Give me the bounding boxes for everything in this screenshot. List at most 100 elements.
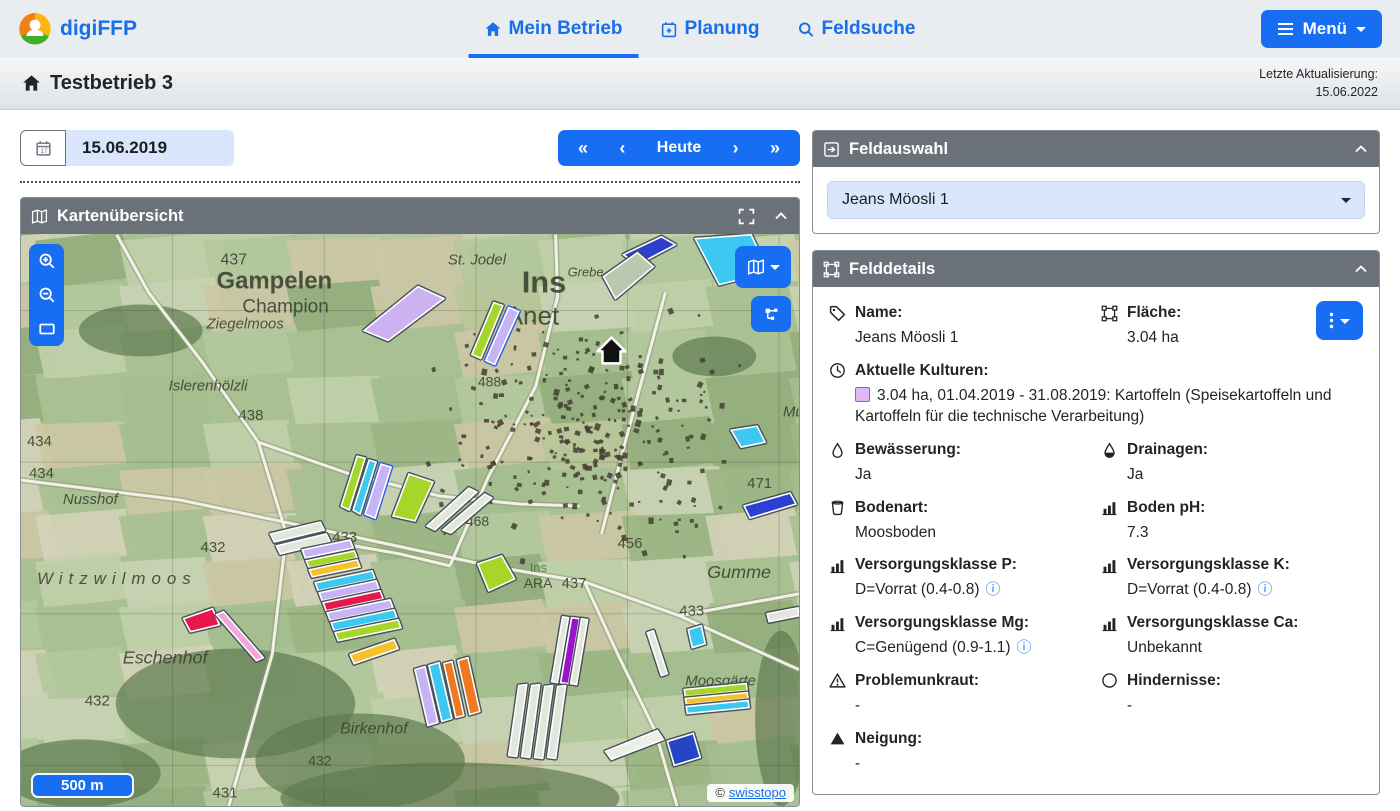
chart-icon bbox=[1101, 499, 1118, 516]
prev-button[interactable]: ‹ bbox=[615, 139, 629, 157]
detail-label: Boden pH: bbox=[1127, 499, 1205, 517]
detail-label: Versorgungsklasse K: bbox=[1127, 556, 1290, 574]
map-label: 437 bbox=[562, 575, 587, 592]
field-polygon[interactable] bbox=[688, 626, 705, 648]
nav-item-feldsuche[interactable]: Feldsuche bbox=[798, 0, 916, 58]
search-icon bbox=[798, 21, 815, 38]
zoom-extent-icon[interactable] bbox=[38, 320, 56, 338]
kebab-icon bbox=[1329, 312, 1334, 329]
chart-icon bbox=[1101, 615, 1118, 632]
map-label: Birkenhof bbox=[340, 720, 409, 737]
zoom-in-icon[interactable] bbox=[38, 252, 56, 270]
svg-text:17: 17 bbox=[40, 147, 48, 154]
detail-value: C=Genügend (0.9-1.1)ⓘ bbox=[855, 637, 1091, 659]
map-label: 432 bbox=[201, 539, 226, 556]
map-label: 434 bbox=[29, 465, 54, 482]
slope-icon bbox=[829, 730, 846, 747]
today-button[interactable]: Heute bbox=[653, 140, 705, 156]
last-update-date: 15.06.2022 bbox=[1259, 84, 1378, 102]
detail-label: Name: bbox=[855, 304, 902, 322]
box-arrow-icon bbox=[823, 141, 840, 158]
detail-hindernisse: Hindernisse:- bbox=[1101, 665, 1363, 723]
detail-kulturen: Aktuelle Kulturen:3.04 ha, 01.04.2019 - … bbox=[829, 355, 1363, 434]
felddetails-title: Felddetails bbox=[849, 260, 935, 279]
fullscreen-icon[interactable] bbox=[738, 208, 755, 225]
detail-value: - bbox=[855, 753, 1091, 775]
clock-icon bbox=[829, 362, 846, 379]
date-input[interactable]: 15.06.2019 bbox=[66, 130, 234, 166]
draw-polygon-icon bbox=[763, 306, 780, 323]
map-label: 488 bbox=[478, 373, 502, 389]
map-label: Grebe bbox=[568, 265, 604, 280]
chart-icon bbox=[829, 557, 846, 574]
collapse-chevron-icon[interactable] bbox=[1353, 261, 1369, 277]
map-viewport[interactable]: 437GampelenChampionZiegelmoosIslerenhölz… bbox=[21, 234, 799, 806]
skip-first-button[interactable]: « bbox=[574, 139, 592, 157]
culture-color-swatch bbox=[855, 387, 870, 402]
detail-value: Jeans Möosli 1 bbox=[855, 327, 1091, 349]
map-label: 471 bbox=[747, 475, 772, 492]
hamburger-icon bbox=[1277, 22, 1294, 36]
circle-icon bbox=[1101, 672, 1118, 689]
nav-item-planung[interactable]: Planung bbox=[661, 0, 760, 58]
chart-icon bbox=[1101, 557, 1118, 574]
detail-value: D=Vorrat (0.4-0.8)ⓘ bbox=[855, 579, 1091, 601]
map-label: 432 bbox=[85, 693, 110, 710]
detail-value: Ja bbox=[1127, 464, 1363, 486]
field-actions-button[interactable] bbox=[1316, 301, 1363, 340]
farm-title-text: Testbetrieb 3 bbox=[50, 72, 173, 95]
nav-label: Planung bbox=[685, 18, 760, 40]
map-label: 431 bbox=[213, 784, 238, 801]
nav-label: Mein Betrieb bbox=[509, 18, 623, 40]
caret-down-icon bbox=[1356, 27, 1366, 37]
collapse-chevron-icon[interactable] bbox=[773, 208, 789, 224]
detail-label: Neigung: bbox=[855, 730, 922, 748]
map-label: 433 bbox=[679, 603, 704, 620]
map-label: 432 bbox=[308, 752, 332, 768]
bucket-icon bbox=[829, 499, 846, 516]
feldauswahl-card: Feldauswahl Jeans Möosli 1 bbox=[812, 130, 1380, 234]
chart-icon bbox=[829, 615, 846, 632]
field-select-value: Jeans Möosli 1 bbox=[842, 191, 949, 209]
detail-value: - bbox=[855, 695, 1091, 717]
skip-last-button[interactable]: » bbox=[766, 139, 784, 157]
map-label: ARA bbox=[524, 575, 553, 591]
info-icon[interactable]: ⓘ bbox=[1257, 581, 1272, 598]
map-forest bbox=[79, 305, 203, 357]
zoom-out-icon[interactable] bbox=[38, 286, 56, 304]
map-parcel-texture bbox=[454, 599, 555, 656]
info-icon[interactable]: ⓘ bbox=[1017, 639, 1032, 656]
next-button[interactable]: › bbox=[729, 139, 743, 157]
field-select[interactable]: Jeans Möosli 1 bbox=[827, 181, 1365, 219]
main-nav: Mein Betrieb Planung Feldsuche bbox=[485, 0, 916, 58]
map-label: Islerenhölzli bbox=[169, 377, 249, 394]
info-icon[interactable]: ⓘ bbox=[985, 581, 1000, 598]
home-icon bbox=[22, 74, 41, 93]
layers-button[interactable] bbox=[735, 246, 791, 288]
menu-button[interactable]: Menü bbox=[1261, 10, 1382, 48]
brand[interactable]: digiFFP bbox=[18, 12, 137, 46]
nav-item-mein-betrieb[interactable]: Mein Betrieb bbox=[485, 0, 623, 58]
swisstopo-link[interactable]: swisstopo bbox=[729, 785, 786, 800]
layers-map-icon bbox=[747, 258, 765, 276]
dotted-separator bbox=[20, 181, 800, 183]
detail-label: Aktuelle Kulturen: bbox=[855, 362, 988, 380]
polygon-icon bbox=[823, 261, 840, 278]
feldauswahl-header: Feldauswahl bbox=[813, 131, 1379, 167]
draw-polygon-button[interactable] bbox=[751, 296, 791, 332]
detail-drainagen: Drainagen:Ja bbox=[1101, 434, 1363, 492]
basemap[interactable]: 437GampelenChampionZiegelmoosIslerenhölz… bbox=[21, 234, 799, 806]
map-label: St. Jodel bbox=[448, 252, 507, 269]
detail-problemunkraut: Problemunkraut:- bbox=[829, 665, 1091, 723]
map-label: 434 bbox=[27, 433, 52, 450]
home-icon bbox=[485, 21, 502, 38]
collapse-chevron-icon[interactable] bbox=[1353, 141, 1369, 157]
calendar-button[interactable]: 17 bbox=[20, 130, 66, 166]
detail-label: Versorgungsklasse Ca: bbox=[1127, 614, 1298, 632]
map-parcel-texture bbox=[119, 419, 217, 472]
droplet-icon bbox=[829, 442, 846, 459]
detail-bewaesserung: Bewässerung:Ja bbox=[829, 434, 1091, 492]
brand-name: digiFFP bbox=[60, 17, 137, 41]
tag-icon bbox=[829, 305, 846, 322]
map-parcel-texture bbox=[370, 375, 469, 426]
